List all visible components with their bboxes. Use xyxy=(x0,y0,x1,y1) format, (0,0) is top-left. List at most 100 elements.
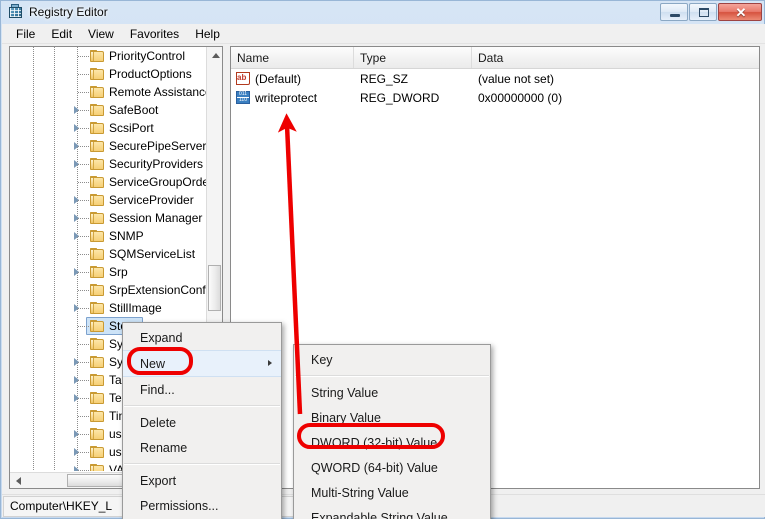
tree-item-label: Sy xyxy=(109,337,124,351)
submenu-item-string-value[interactable]: String Value xyxy=(294,380,490,405)
context-menu[interactable]: Expand New Find... Delete Rename Export Permis… xyxy=(122,322,282,519)
submenu-item-multi-string-value[interactable]: Multi-String Value xyxy=(294,480,490,505)
menu-item-label: Permissions... xyxy=(140,498,219,513)
maximize-button[interactable] xyxy=(689,3,717,21)
folder-icon xyxy=(90,266,105,279)
submenu-item-expandable-string-value[interactable]: Expandable String Value xyxy=(294,505,490,519)
menu-item-label: Multi-String Value xyxy=(311,485,409,500)
menu-item-label: Expand xyxy=(140,330,183,345)
folder-icon xyxy=(90,50,105,63)
tree-item-productoptions[interactable]: ProductOptions xyxy=(10,65,206,83)
chevron-left-icon xyxy=(16,477,21,485)
submenu-item-dword-32-bit-value[interactable]: DWORD (32-bit) Value xyxy=(294,430,490,455)
column-header-name[interactable]: Name xyxy=(231,47,354,68)
table-row[interactable]: 011 110 writeprotect REG_DWORD 0x00000000 (0… xyxy=(231,88,759,107)
menu-item-label: Delete xyxy=(140,415,177,430)
menu-help[interactable]: Help xyxy=(187,25,228,43)
menu-separator xyxy=(124,463,280,465)
tree-item-srp[interactable]: Srp xyxy=(10,263,206,281)
tree-item-securityproviders[interactable]: SecurityProviders xyxy=(10,155,206,173)
tree-item-snmp[interactable]: SNMP xyxy=(10,227,206,245)
tree-item-label: SecurePipeServers xyxy=(109,139,206,153)
value-name-cell: ab (Default) xyxy=(231,71,354,86)
folder-icon xyxy=(90,428,105,441)
tree-item-label: us xyxy=(109,445,122,459)
close-button[interactable]: ✕ xyxy=(718,3,762,21)
menu-favorites[interactable]: Favorites xyxy=(122,25,187,43)
folder-icon xyxy=(90,464,105,471)
folder-icon xyxy=(90,68,105,81)
tree-item-label: Remote Assistance xyxy=(109,85,206,99)
menu-item-label: Rename xyxy=(140,440,188,455)
tree-item-sqmservicelist[interactable]: SQMServiceList xyxy=(10,245,206,263)
tree-item-label: ProductOptions xyxy=(109,67,192,81)
minimize-button[interactable] xyxy=(660,3,688,21)
menu-bar: File Edit View Favorites Help xyxy=(2,24,765,44)
menu-separator xyxy=(124,405,280,407)
tree-item-label: SQMServiceList xyxy=(109,247,196,261)
tree-item-label: SafeBoot xyxy=(109,103,159,117)
tree-item-servicegrouporder[interactable]: ServiceGroupOrder xyxy=(10,173,206,191)
list-rows-container: ab (Default) REG_SZ (value not set) 011 110 wr… xyxy=(231,69,759,107)
tree-item-prioritycontrol[interactable]: PriorityControl xyxy=(10,47,206,65)
menu-file[interactable]: File xyxy=(8,25,43,43)
tree-item-remote-assistance[interactable]: Remote Assistance xyxy=(10,83,206,101)
menu-edit[interactable]: Edit xyxy=(43,25,80,43)
folder-icon xyxy=(90,140,105,153)
tree-item-label: Session Manager xyxy=(109,211,203,225)
folder-icon xyxy=(90,302,105,315)
menu-item-rename[interactable]: Rename xyxy=(123,435,281,460)
menu-item-expand[interactable]: Expand xyxy=(123,325,281,350)
window-controls: ✕ xyxy=(660,3,762,21)
tree-item-label: Srp xyxy=(109,265,128,279)
scroll-left-button[interactable] xyxy=(10,473,26,488)
menu-item-label: Export xyxy=(140,473,177,488)
value-data-cell: (value not set) xyxy=(478,71,555,86)
folder-icon xyxy=(90,176,105,189)
window-title: Registry Editor xyxy=(29,5,108,19)
folder-icon xyxy=(90,122,105,135)
menu-item-label: Find... xyxy=(140,382,175,397)
folder-icon xyxy=(90,230,105,243)
tree-item-serviceprovider[interactable]: ServiceProvider xyxy=(10,191,206,209)
menu-item-permissions[interactable]: Permissions... xyxy=(123,493,281,518)
menu-view[interactable]: View xyxy=(80,25,122,43)
tree-item-label: PriorityControl xyxy=(109,49,186,63)
submenu-item-binary-value[interactable]: Binary Value xyxy=(294,405,490,430)
tree-vscroll-thumb[interactable] xyxy=(208,265,221,311)
maximize-icon xyxy=(699,8,709,17)
submenu-item-qword-64-bit-value[interactable]: QWORD (64-bit) Value xyxy=(294,455,490,480)
menu-item-export[interactable]: Export xyxy=(123,468,281,493)
tree-item-label: StillImage xyxy=(109,301,162,315)
folder-icon xyxy=(90,356,105,369)
menu-item-new[interactable]: New xyxy=(123,350,281,377)
scroll-up-button[interactable] xyxy=(207,47,222,63)
tree-item-label: ServiceProvider xyxy=(109,193,194,207)
tree-item-label: ScsiPort xyxy=(109,121,154,135)
tree-item-session-manager[interactable]: Session Manager xyxy=(10,209,206,227)
tree-item-scsiport[interactable]: ScsiPort xyxy=(10,119,206,137)
folder-icon xyxy=(90,410,105,423)
menu-item-find[interactable]: Find... xyxy=(123,377,281,402)
value-name-label: writeprotect xyxy=(255,90,318,105)
column-header-data[interactable]: Data xyxy=(472,47,758,68)
table-row[interactable]: ab (Default) REG_SZ (value not set) xyxy=(231,69,759,88)
folder-icon xyxy=(90,284,105,297)
menu-item-label: New xyxy=(140,356,166,371)
list-header: Name Type Data xyxy=(231,47,759,69)
dword-value-icon: 011 110 xyxy=(236,90,251,105)
folder-icon xyxy=(90,248,105,261)
new-submenu[interactable]: Key String Value Binary Value DWORD (32-bit… xyxy=(293,344,491,519)
column-header-type[interactable]: Type xyxy=(354,47,472,68)
tree-item-safeboot[interactable]: SafeBoot xyxy=(10,101,206,119)
tree-item-stillimage[interactable]: StillImage xyxy=(10,299,206,317)
submenu-item-key[interactable]: Key xyxy=(294,347,490,372)
tree-item-srpextensionconfig[interactable]: SrpExtensionConfig xyxy=(10,281,206,299)
menu-item-label: DWORD (32-bit) Value xyxy=(311,435,438,450)
menu-item-delete[interactable]: Delete xyxy=(123,410,281,435)
tree-item-label: ServiceGroupOrder xyxy=(109,175,206,189)
folder-icon xyxy=(90,158,105,171)
value-type-cell: REG_DWORD xyxy=(360,90,440,105)
tree-item-securepipeservers[interactable]: SecurePipeServers xyxy=(10,137,206,155)
registry-editor-icon xyxy=(8,4,24,20)
